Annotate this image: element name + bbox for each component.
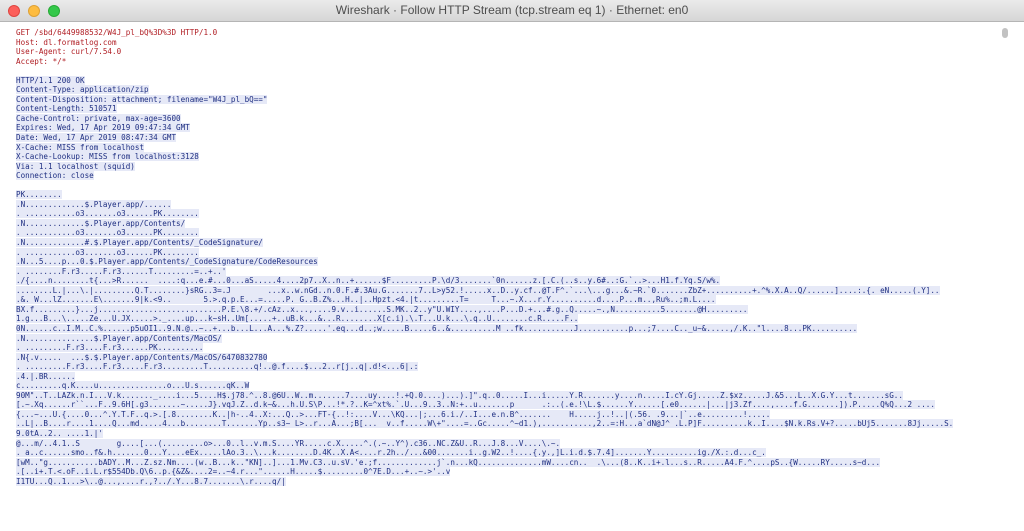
binary-line: .N{.v..... ...$.$.Player.app/Contents/Ma… bbox=[16, 352, 996, 363]
response-line-text: Expires: Wed, 17 Apr 2019 09:47:34 GMT bbox=[16, 123, 190, 133]
binary-payload-block: PK........ .N.............$.Player.app/..… bbox=[16, 190, 996, 486]
binary-line: ./{....n........t{...>R...... ....:q...e… bbox=[16, 276, 996, 286]
binary-line: @...m/..4.1..S g....[...(.........o>...0… bbox=[16, 438, 996, 449]
response-line: Content-Length: 510571 bbox=[16, 104, 996, 114]
binary-line-text: . a..c......smo..f&.h.......0...Y....eEx… bbox=[16, 448, 766, 458]
binary-line: .4.|.BR...... bbox=[16, 371, 996, 382]
binary-line-text: .N...............$.Player.app/Contents/M… bbox=[16, 333, 222, 343]
response-line: X-Cache: MISS from localhost bbox=[16, 142, 996, 153]
binary-line-text: {...~...U.{....0...^.Y.T.F..q.>.[.8.....… bbox=[16, 409, 771, 419]
binary-line-text: .N.............#.$.Player.app/Contents/_… bbox=[16, 238, 263, 248]
binary-line: . .........F.r3....F.r3.....F.r3........… bbox=[16, 362, 996, 372]
binary-line-text: @...m/..4.1..S g....[...(.........o>...0… bbox=[16, 438, 561, 448]
binary-line: {...~...U.{....0...^.Y.T.F..q.>.[.8.....… bbox=[16, 409, 996, 420]
http-request-block: GET /sbd/6449988532/W4J_pl_bQ%3D%3D HTTP… bbox=[16, 28, 996, 66]
binary-line-text: . ........F.r3.....F.r3......T.........=… bbox=[16, 266, 227, 276]
binary-line: . ........F.r3.....F.r3......T.........=… bbox=[16, 266, 996, 277]
binary-line: . .........F.r3....F.r3......PK.........… bbox=[16, 343, 996, 353]
binary-line-text: 90M"..T..LAZk.n.I...V.k......._....i...5… bbox=[16, 390, 903, 400]
binary-line-text: .N.............$.Player.app/Contents/ bbox=[16, 218, 186, 228]
binary-line-text: ./{....n........t{...>R...... ....:q...e… bbox=[16, 276, 721, 286]
response-line: Via: 1.1 localhost (squid) bbox=[16, 161, 996, 172]
response-line-text: X-Cache-Lookup: MISS from localhost:3128 bbox=[16, 152, 199, 162]
response-line: HTTP/1.1 200 OK bbox=[16, 75, 996, 86]
response-line: Connection: close bbox=[16, 171, 996, 181]
binary-line-text: BX.f.........}...j......................… bbox=[16, 304, 748, 314]
response-line: Content-Type: application/zip bbox=[16, 85, 996, 95]
binary-line: .N...5....p...0.$.Player.app/Contents/_C… bbox=[16, 257, 996, 267]
binary-line-text: . .........F.r3....F.r3......PK.........… bbox=[16, 343, 204, 353]
binary-line-text: .N...5....p...0.$.Player.app/Contents/_C… bbox=[16, 257, 318, 267]
binary-line: 1.g...B...\.....Ze...U.JX.....>._....up.… bbox=[16, 314, 996, 324]
request-line: GET /sbd/6449988532/W4J_pl_bQ%3D%3D HTTP… bbox=[16, 28, 218, 37]
vertical-scrollbar[interactable] bbox=[1000, 26, 1012, 526]
response-line-text: Content-Disposition: attachment; filenam… bbox=[16, 94, 268, 104]
binary-line-text: .4.|.BR...... bbox=[16, 371, 76, 381]
http-response-block: HTTP/1.1 200 OK Content-Type: applicatio… bbox=[16, 75, 996, 181]
binary-line-text: . ...........o3.......o3......PK........ bbox=[16, 247, 199, 257]
response-line: Date: Wed, 17 Apr 2019 08:47:34 GMT bbox=[16, 133, 996, 143]
binary-line: . ...........o3.......o3......PK........ bbox=[16, 209, 996, 219]
binary-line-text: [.~.Xq......r``...F..9.6H[.g3.......~...… bbox=[16, 400, 935, 410]
response-line-text: Connection: close bbox=[16, 171, 94, 181]
binary-line: .[..i+.T.<.oF..i.L.r$554Db.Q\6..p.{&Z&..… bbox=[16, 467, 996, 477]
response-line: Cache-Control: private, max-age=3600 bbox=[16, 113, 996, 124]
binary-line-text: .&. W...lZ.......E\.......9|k.<9.. 5.>.q… bbox=[16, 295, 716, 305]
response-line: Expires: Wed, 17 Apr 2019 09:47:34 GMT bbox=[16, 123, 996, 133]
binary-line: ..L|..B....r....1....Q...md.....4...b...… bbox=[16, 419, 996, 429]
binary-line-text: .[..i+.T.<.oF..i.L.r$554Db.Q\6..p.{&Z&..… bbox=[16, 467, 451, 477]
binary-line-text: .N.............$.Player.app/...... bbox=[16, 199, 172, 209]
stream-content-pane[interactable]: GET /sbd/6449988532/W4J_pl_bQ%3D%3D HTTP… bbox=[0, 22, 1024, 531]
binary-line: [wM.."g...........bADY..M...Z.sz.Nm....(… bbox=[16, 457, 996, 468]
binary-line-text: c.........q.K....u...............o...U.s… bbox=[16, 381, 250, 391]
binary-line: I1TU...Q..1...>\..@...,....r.,?../.Y...8… bbox=[16, 476, 996, 487]
response-line: Content-Disposition: attachment; filenam… bbox=[16, 94, 996, 105]
binary-line-text: ..L|..B....r....1....Q...md.....4...b...… bbox=[16, 419, 954, 429]
binary-line-text: 9.0tA..2.. ....1.|' bbox=[16, 428, 103, 438]
binary-line: .&. W...lZ.......E\.......9|k.<9.. 5.>.q… bbox=[16, 295, 996, 305]
binary-line: . a..c......smo..f&.h.......0...Y....eEx… bbox=[16, 448, 996, 458]
binary-line: 9.0tA..2.. ....1.|' bbox=[16, 428, 996, 439]
binary-line-text: I1TU...Q..1...>\..@...,....r.,?../.Y...8… bbox=[16, 476, 286, 486]
response-line-text: Via: 1.1 localhost (squid) bbox=[16, 161, 135, 171]
binary-line-text: [wM.."g...........bADY..M...Z.sz.Nm....(… bbox=[16, 457, 881, 467]
binary-line: ........L.|...\.|.........Q.T........}sR… bbox=[16, 285, 996, 296]
request-line: Accept: */* bbox=[16, 56, 67, 66]
response-line-text: Date: Wed, 17 Apr 2019 08:47:34 GMT bbox=[16, 133, 177, 143]
binary-line: .N.............$.Player.app/...... bbox=[16, 199, 996, 210]
binary-line-text: ........L.|...\.|.........Q.T........}sR… bbox=[16, 285, 940, 295]
binary-line: BX.f.........}...j......................… bbox=[16, 304, 996, 315]
binary-line: PK........ bbox=[16, 190, 996, 200]
request-line: Host: dl.formatlog.com bbox=[16, 37, 117, 47]
binary-line: 90M"..T..LAZk.n.I...V.k......._....i...5… bbox=[16, 390, 996, 401]
window-title: Wireshark · Follow HTTP Stream (tcp.stre… bbox=[335, 3, 689, 17]
response-line-text: Content-Type: application/zip bbox=[16, 85, 149, 95]
binary-line-text: PK........ bbox=[16, 190, 62, 200]
response-line-text: Content-Length: 510571 bbox=[16, 104, 117, 114]
binary-line: [.~.Xq......r``...F..9.6H[.g3.......~...… bbox=[16, 400, 996, 410]
binary-line: . ...........o3.......o3......PK........ bbox=[16, 228, 996, 238]
binary-line-text: 1.g...B...\.....Ze...U.JX.....>._....up.… bbox=[16, 314, 579, 324]
stream-text: GET /sbd/6449988532/W4J_pl_bQ%3D%3D HTTP… bbox=[16, 28, 996, 486]
response-line-text: X-Cache: MISS from localhost bbox=[16, 142, 145, 152]
binary-line-text: 0N......c..I.M..C.%......p5uOI1..9.N.@..… bbox=[16, 323, 858, 333]
binary-line: .N.............$.Player.app/Contents/ bbox=[16, 218, 996, 229]
binary-line-text: . ...........o3.......o3......PK........ bbox=[16, 209, 199, 219]
binary-line: . ...........o3.......o3......PK........ bbox=[16, 247, 996, 258]
response-line: X-Cache-Lookup: MISS from localhost:3128 bbox=[16, 152, 996, 162]
response-line-text: HTTP/1.1 200 OK bbox=[16, 75, 85, 85]
binary-line-text: . .........F.r3....F.r3.....F.r3........… bbox=[16, 362, 419, 372]
binary-line: .N...............$.Player.app/Contents/M… bbox=[16, 333, 996, 344]
request-line: User-Agent: curl/7.54.0 bbox=[16, 47, 122, 57]
binary-line-text: . ...........o3.......o3......PK........ bbox=[16, 228, 199, 238]
binary-line: c.........q.K....u...............o...U.s… bbox=[16, 381, 996, 391]
response-line-text: Cache-Control: private, max-age=3600 bbox=[16, 113, 181, 123]
binary-line: .N.............#.$.Player.app/Contents/_… bbox=[16, 238, 996, 248]
scrollbar-thumb[interactable] bbox=[1002, 28, 1008, 38]
title-bar: Wireshark · Follow HTTP Stream (tcp.stre… bbox=[0, 0, 1024, 22]
binary-line-text: .N{.v..... ...$.$.Player.app/Contents/Ma… bbox=[16, 352, 268, 362]
binary-line: 0N......c..I.M..C.%......p5uOI1..9.N.@..… bbox=[16, 323, 996, 334]
